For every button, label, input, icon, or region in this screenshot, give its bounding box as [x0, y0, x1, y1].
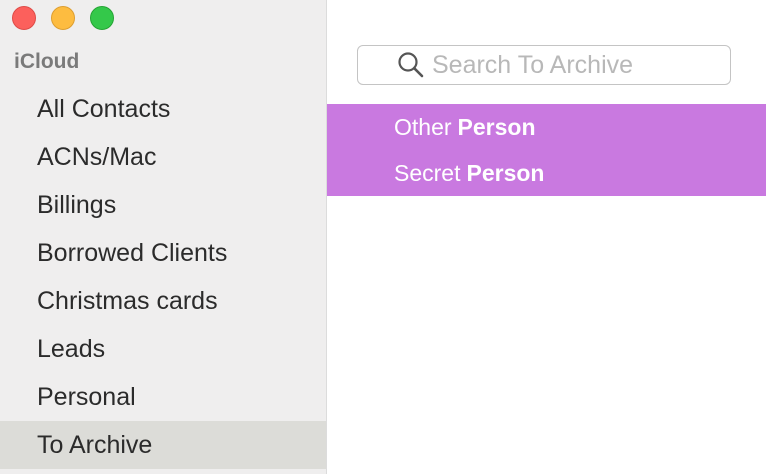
- minimize-window-button[interactable]: [51, 6, 75, 30]
- sidebar-item-leads[interactable]: Leads: [0, 325, 326, 373]
- contact-list-pane: OtherPerson SecretPerson: [327, 0, 766, 474]
- contact-last-name: Person: [466, 160, 545, 186]
- close-window-button[interactable]: [12, 6, 36, 30]
- contact-row[interactable]: Secret Person: [327, 150, 766, 196]
- sidebar-item-borrowed-clients[interactable]: Borrowed Clients: [0, 229, 326, 277]
- search-field[interactable]: [357, 45, 731, 85]
- sidebar-item-christmas-cards[interactable]: Christmas cards: [0, 277, 326, 325]
- sidebar-item-acns-mac[interactable]: ACNs/Mac: [0, 133, 326, 181]
- zoom-window-button[interactable]: [90, 6, 114, 30]
- search-input[interactable]: [432, 50, 712, 80]
- contact-row[interactable]: Other Person: [327, 104, 766, 150]
- groups-sidebar: iCloud All Contacts ACNs/Mac Billings Bo…: [0, 0, 327, 474]
- sidebar-item-all-contacts[interactable]: All Contacts: [0, 85, 326, 133]
- account-section-header: iCloud: [14, 50, 80, 73]
- window-controls: [12, 6, 114, 30]
- contacts-window: iCloud All Contacts ACNs/Mac Billings Bo…: [0, 0, 766, 474]
- search-icon: [398, 52, 424, 78]
- contact-list: Other Person Secret Person: [327, 104, 766, 196]
- contact-last-name: Person: [457, 114, 536, 140]
- sidebar-item-billings[interactable]: Billings: [0, 181, 326, 229]
- group-list: All Contacts ACNs/Mac Billings Borrowed …: [0, 85, 326, 469]
- sidebar-item-personal[interactable]: Personal: [0, 373, 326, 421]
- contact-first-name: Other: [394, 114, 452, 140]
- sidebar-item-to-archive[interactable]: To Archive: [0, 421, 326, 469]
- contact-first-name: Secret: [394, 160, 461, 186]
